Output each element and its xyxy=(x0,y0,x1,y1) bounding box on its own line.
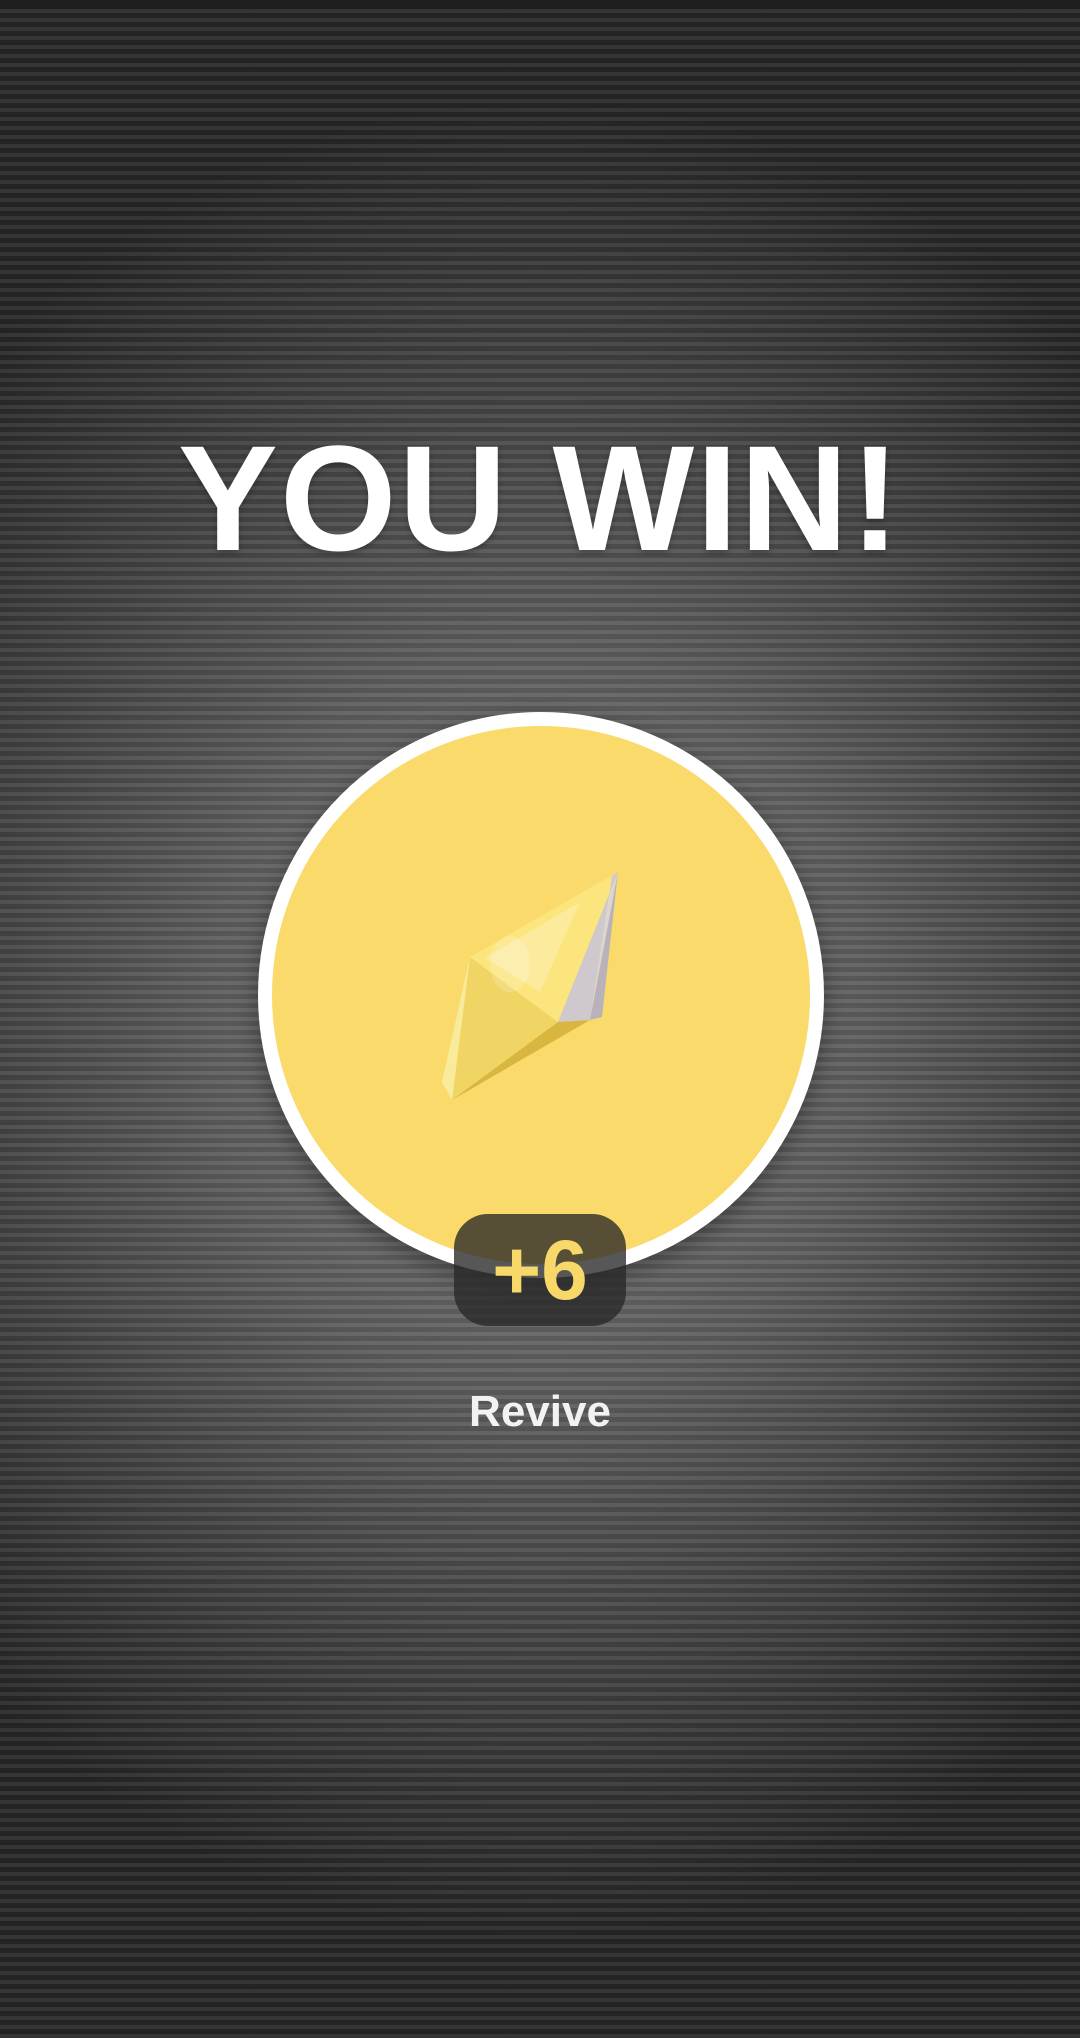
status-bar xyxy=(0,0,1080,9)
crystal-icon xyxy=(442,872,618,1100)
reward-count-badge: +6 xyxy=(454,1214,626,1326)
win-title: YOU WIN! xyxy=(177,414,903,582)
revive-button[interactable]: Revive xyxy=(0,1384,1080,1440)
